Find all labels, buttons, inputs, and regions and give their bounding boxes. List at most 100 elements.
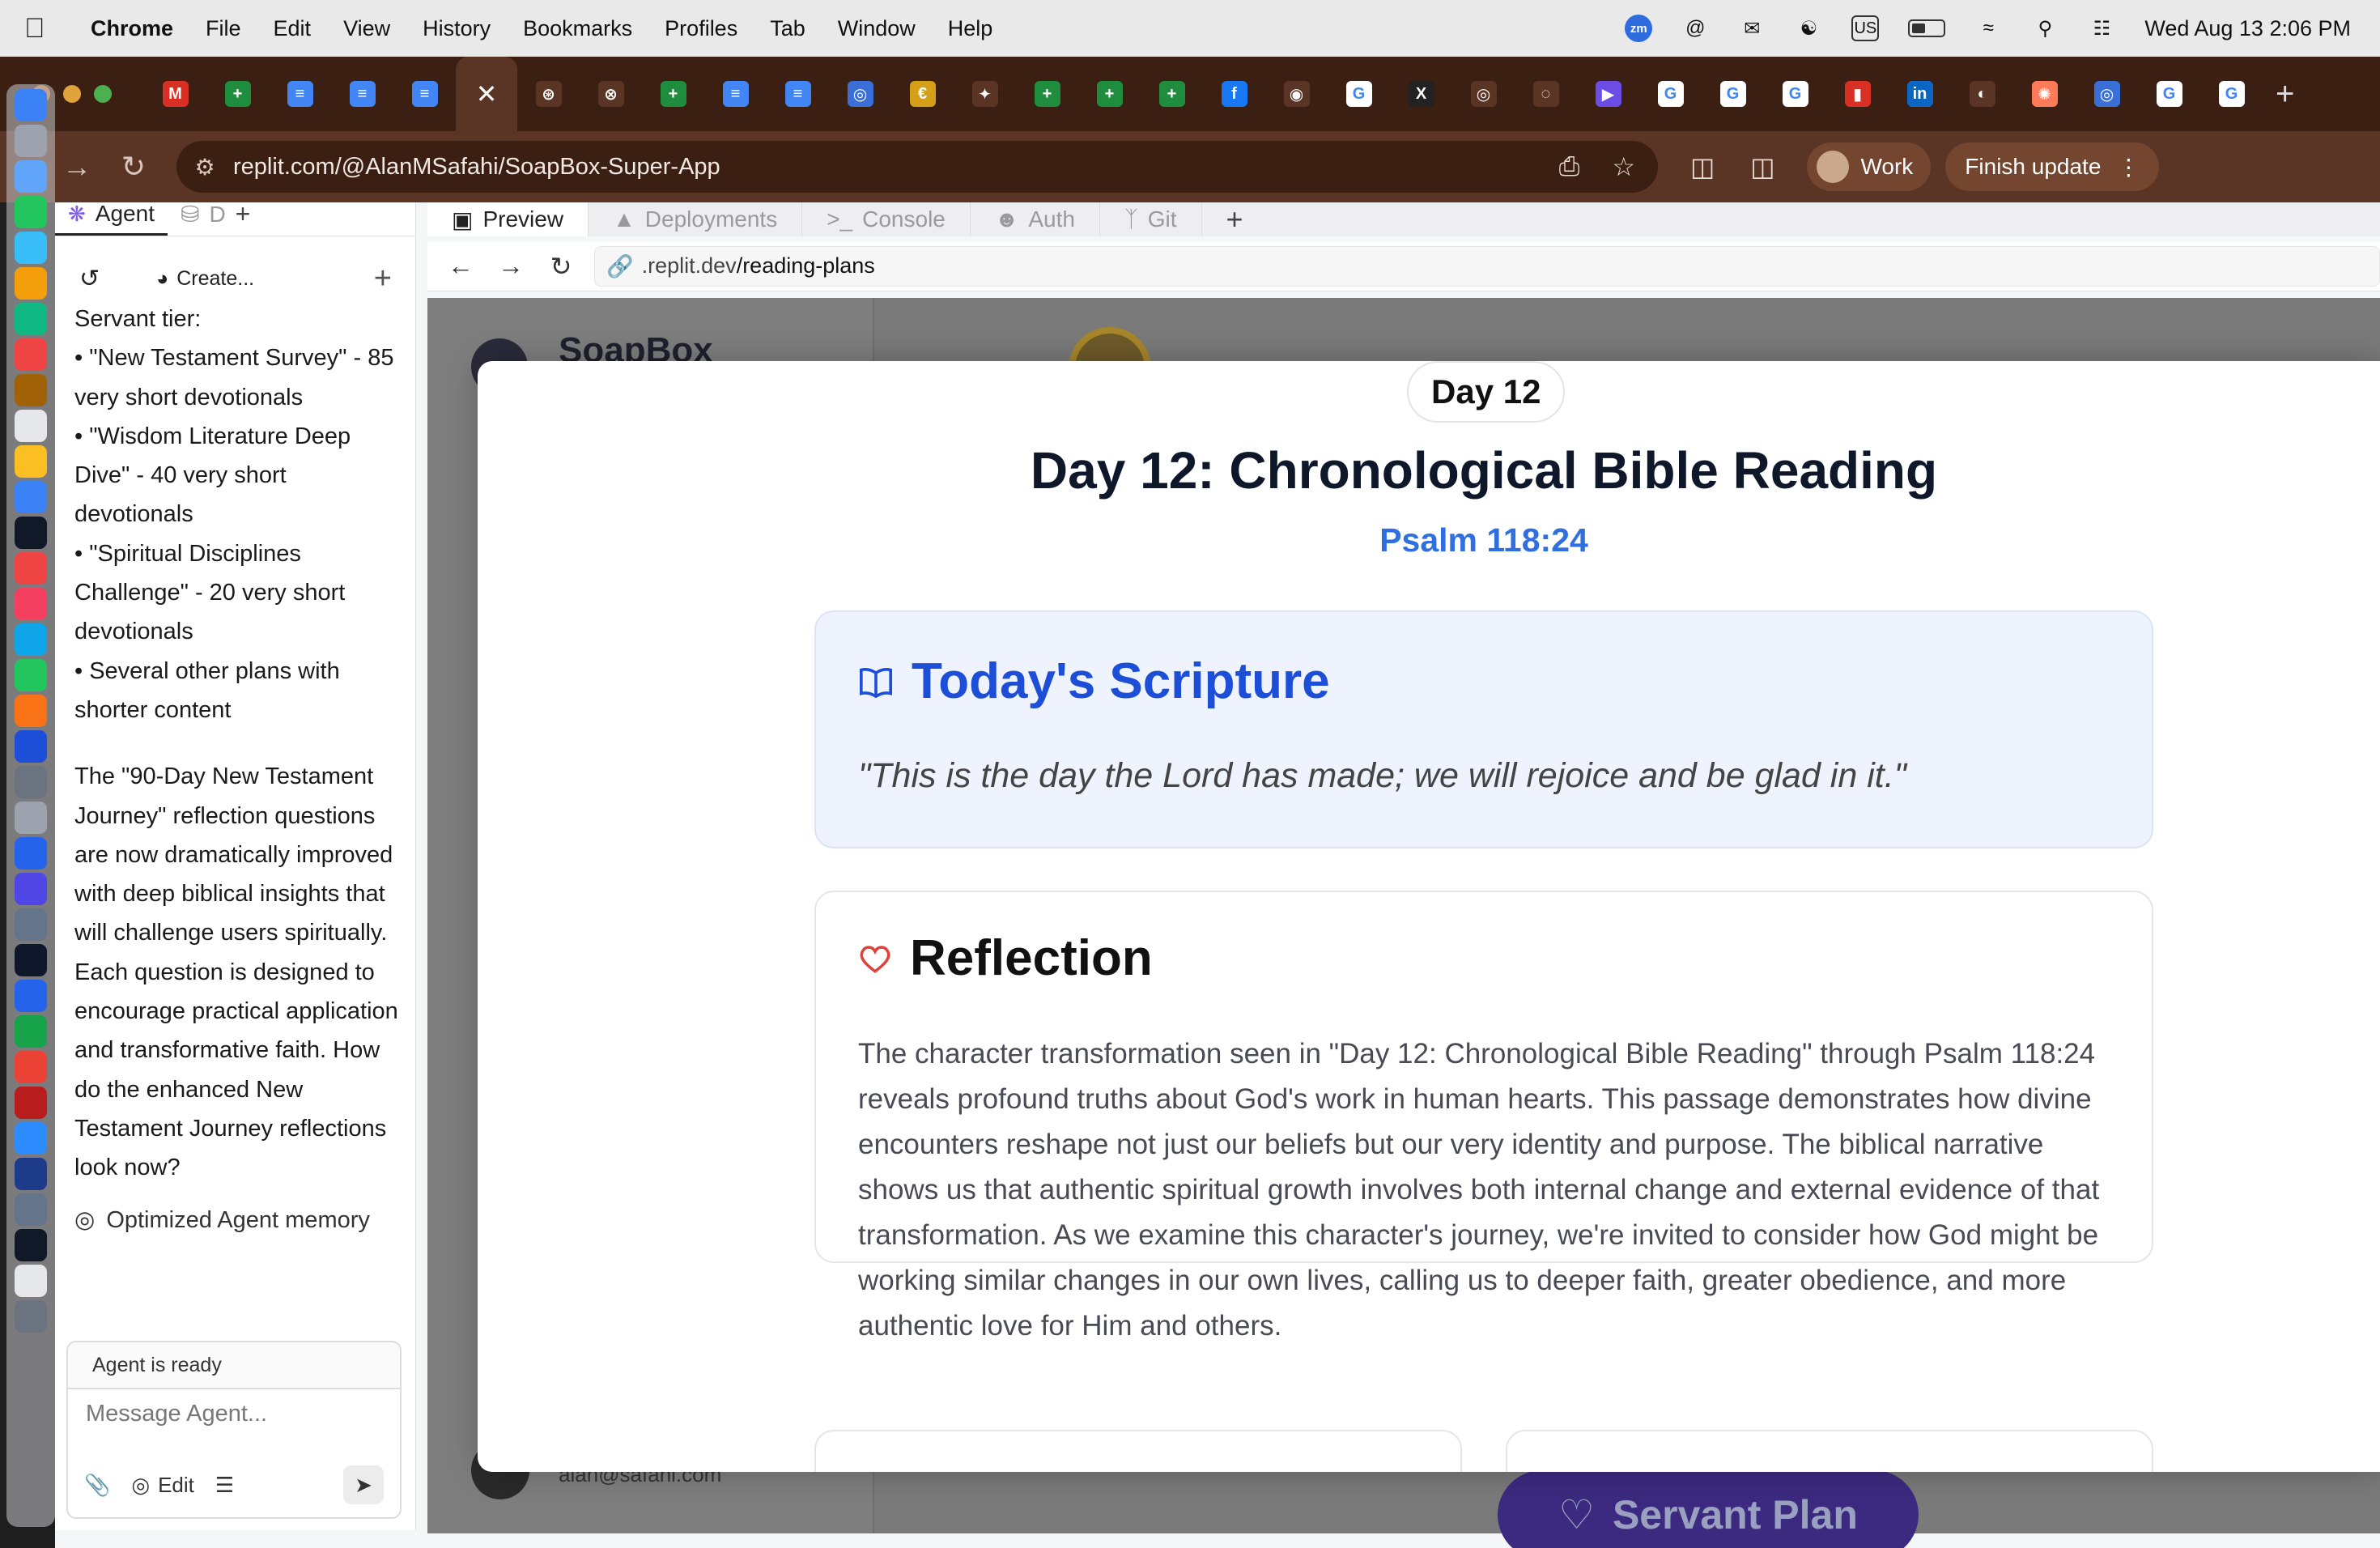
tab-agent[interactable]: ❋ Agent bbox=[55, 201, 168, 236]
menu-window[interactable]: Window bbox=[838, 16, 916, 41]
preview-reload-icon[interactable]: ↻ bbox=[536, 251, 586, 282]
edit-mode-button[interactable]: ◎ Edit bbox=[131, 1473, 194, 1498]
dock-app-icon[interactable] bbox=[15, 232, 47, 264]
tab-deployments[interactable]: ▲ Deployments bbox=[589, 202, 803, 236]
create-checkpoint-button[interactable]: ◕ Create... bbox=[156, 267, 254, 291]
new-chat-icon[interactable]: + bbox=[374, 262, 392, 296]
profile-chip[interactable]: Work bbox=[1807, 142, 1932, 191]
browser-tab[interactable]: ◐ bbox=[1951, 57, 2013, 131]
dock-app-icon[interactable] bbox=[15, 623, 47, 656]
menu-app-name[interactable]: Chrome bbox=[91, 16, 173, 41]
zoom-icon[interactable]: zm bbox=[1625, 15, 1653, 42]
battery-icon[interactable] bbox=[1908, 19, 1946, 37]
dock-app-icon[interactable] bbox=[15, 1158, 47, 1190]
browser-tab[interactable]: f bbox=[1203, 57, 1265, 131]
send-button[interactable]: ➤ bbox=[343, 1465, 384, 1504]
dock-app-icon[interactable] bbox=[15, 837, 47, 870]
preview-url-field[interactable]: 🔗 .replit.dev/reading-plans bbox=[594, 245, 2380, 287]
browser-tab[interactable]: M bbox=[144, 57, 206, 131]
browser-tab[interactable]: ✦ bbox=[954, 57, 1016, 131]
menu-bookmarks[interactable]: Bookmarks bbox=[523, 16, 632, 41]
extensions-puzzle-icon[interactable]: ◫ bbox=[1690, 151, 1715, 182]
browser-tab[interactable]: ≡ bbox=[331, 57, 393, 131]
browser-tab[interactable]: ✺ bbox=[2013, 57, 2076, 131]
tab-git[interactable]: ᛉ Git bbox=[1100, 202, 1202, 236]
dock-app-icon[interactable] bbox=[15, 1229, 47, 1261]
browser-tab[interactable]: ◌ bbox=[1515, 57, 1577, 131]
maximize-window-button[interactable] bbox=[94, 85, 112, 103]
browser-tab[interactable]: in bbox=[1889, 57, 1951, 131]
menu-profiles[interactable]: Profiles bbox=[665, 16, 737, 41]
dock-app-icon[interactable] bbox=[15, 1087, 47, 1119]
browser-tab[interactable]: + bbox=[1016, 57, 1078, 131]
dock-app-icon[interactable] bbox=[15, 89, 47, 121]
browser-tab[interactable]: G bbox=[1764, 57, 1826, 131]
dock-app-icon[interactable] bbox=[15, 766, 47, 798]
settings-sliders-icon[interactable]: ☰ bbox=[215, 1473, 234, 1498]
wifi-icon[interactable]: ≈ bbox=[1974, 16, 2002, 40]
browser-tab[interactable]: ▶ bbox=[1577, 57, 1639, 131]
side-panel-icon[interactable]: ◫ bbox=[1750, 151, 1774, 182]
dock-app-icon[interactable] bbox=[15, 1122, 47, 1155]
address-bar[interactable]: ⚙ replit.com/@AlanMSafahi/SoapBox-Super-… bbox=[176, 141, 1658, 193]
dock-app-icon[interactable] bbox=[15, 160, 47, 193]
reload-icon[interactable]: ↻ bbox=[105, 150, 162, 184]
browser-tab[interactable]: ◎ bbox=[1452, 57, 1515, 131]
browser-tab[interactable]: G bbox=[1639, 57, 1702, 131]
dock-app-icon[interactable] bbox=[15, 125, 47, 157]
preview-back-icon[interactable]: ← bbox=[436, 251, 486, 281]
dock-app-icon[interactable] bbox=[15, 980, 47, 1012]
browser-tab[interactable]: ⊗ bbox=[580, 57, 642, 131]
browser-tab[interactable]: G bbox=[1328, 57, 1390, 131]
dock-app-icon[interactable] bbox=[15, 410, 47, 442]
menu-help[interactable]: Help bbox=[948, 16, 993, 41]
minimize-window-button[interactable] bbox=[63, 85, 81, 103]
dock-app-icon[interactable] bbox=[15, 588, 47, 620]
dock-app-icon[interactable] bbox=[15, 374, 47, 406]
tab-database[interactable]: ⛁ D + bbox=[168, 199, 263, 236]
agent-memory-event[interactable]: ◎ Optimized Agent memory bbox=[74, 1201, 398, 1240]
add-pane-icon[interactable]: + bbox=[1202, 202, 1268, 236]
tab-console[interactable]: >_ Console bbox=[802, 202, 971, 236]
dock-app-icon[interactable] bbox=[15, 552, 47, 585]
keyboard-input-source[interactable]: US bbox=[1851, 15, 1880, 41]
dock-app-icon[interactable] bbox=[15, 303, 47, 335]
menu-file[interactable]: File bbox=[206, 16, 241, 41]
browser-tab[interactable]: + bbox=[642, 57, 704, 131]
add-tab-icon[interactable]: + bbox=[236, 199, 251, 229]
dock-app-icon[interactable] bbox=[15, 659, 47, 691]
servant-plan-button[interactable]: ♡ Servant Plan bbox=[1498, 1470, 1919, 1548]
tab-auth[interactable]: ☻ Auth bbox=[971, 202, 1100, 236]
dock-app-icon[interactable] bbox=[15, 517, 47, 549]
bookmark-star-icon[interactable]: ☆ bbox=[1612, 151, 1635, 182]
tab-preview[interactable]: ▣ Preview bbox=[427, 202, 589, 236]
control-center-icon[interactable]: ☷ bbox=[2088, 16, 2115, 40]
browser-tab[interactable]: ≡ bbox=[269, 57, 331, 131]
menu-history[interactable]: History bbox=[423, 16, 491, 41]
teams-icon[interactable]: ☯ bbox=[1795, 16, 1822, 40]
search-icon[interactable]: ⚲ bbox=[2031, 16, 2059, 40]
browser-tab[interactable]: ≡ bbox=[767, 57, 829, 131]
dock-app-icon[interactable] bbox=[15, 944, 47, 976]
menu-view[interactable]: View bbox=[343, 16, 390, 41]
browser-tab[interactable]: ◎ bbox=[2076, 57, 2138, 131]
finish-update-button[interactable]: Finish update ⋮ bbox=[1945, 142, 2160, 191]
new-tab-icon[interactable]: + bbox=[2276, 76, 2294, 113]
browser-tab[interactable]: ◉ bbox=[1265, 57, 1328, 131]
dock-app-icon[interactable] bbox=[15, 730, 47, 763]
browser-tab[interactable]: G bbox=[2200, 57, 2263, 131]
dock-app-icon[interactable] bbox=[15, 445, 47, 478]
dock-app-icon[interactable] bbox=[15, 481, 47, 513]
browser-tab[interactable]: ≡ bbox=[393, 57, 456, 131]
browser-tab[interactable]: € bbox=[891, 57, 954, 131]
forward-arrow-icon[interactable]: → bbox=[49, 150, 105, 184]
browser-tab[interactable]: G bbox=[2138, 57, 2200, 131]
browser-tab[interactable]: ≡ bbox=[704, 57, 767, 131]
dock-app-icon[interactable] bbox=[15, 1015, 47, 1048]
outlook-icon[interactable]: ✉ bbox=[1738, 16, 1766, 40]
address-url[interactable]: replit.com/@AlanMSafahi/SoapBox-Super-Ap… bbox=[233, 154, 720, 181]
browser-tab[interactable]: ▮ bbox=[1826, 57, 1889, 131]
dock-app-icon[interactable] bbox=[15, 908, 47, 941]
message-agent-input[interactable]: Message Agent... bbox=[68, 1389, 400, 1438]
dock-app-icon[interactable] bbox=[15, 695, 47, 727]
